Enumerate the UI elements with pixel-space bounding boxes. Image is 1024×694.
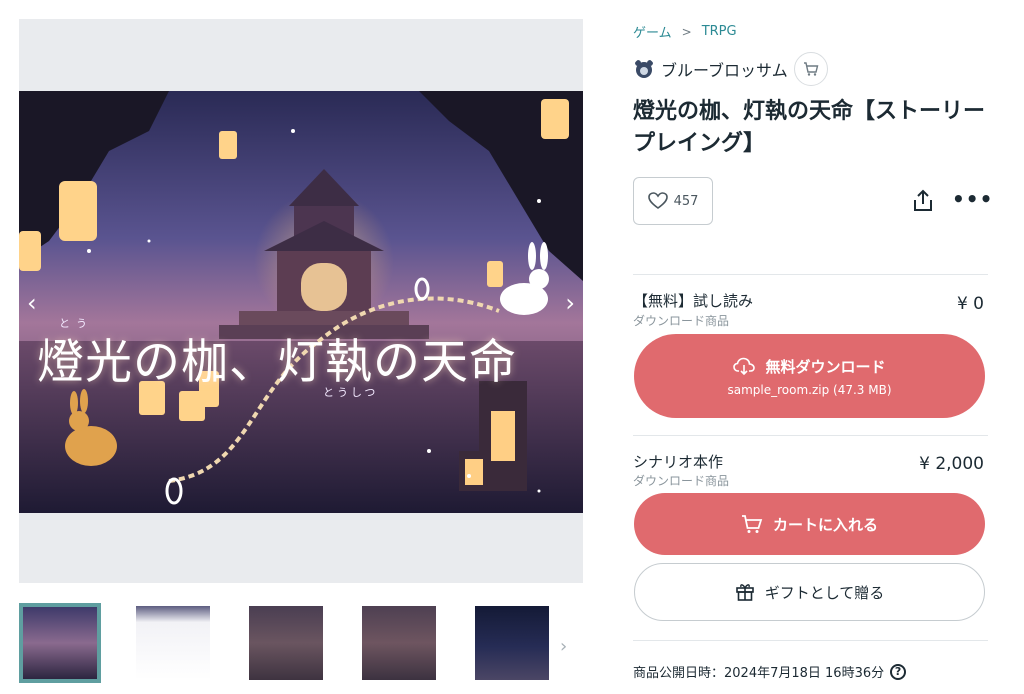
breadcrumb: ゲーム > TRPG xyxy=(633,22,737,41)
free-download-button[interactable]: 無料ダウンロード sample_room.zip (47.3 MB) xyxy=(634,334,985,418)
next-image-arrow-icon[interactable]: › xyxy=(565,289,575,317)
download-file-info: sample_room.zip (47.3 MB) xyxy=(727,382,892,397)
variant-price: ¥ 0 xyxy=(956,294,984,314)
thumbnail-1[interactable] xyxy=(19,603,101,683)
thumbnail-3[interactable] xyxy=(249,606,323,680)
artwork-ruby-text: とうしつ xyxy=(323,386,379,399)
shop-name[interactable]: ブルーブロッサム xyxy=(661,57,788,81)
thumbnail-strip: › xyxy=(19,603,589,683)
prev-image-arrow-icon[interactable]: ‹ xyxy=(27,289,37,317)
cart-icon xyxy=(741,515,763,533)
cloud-download-icon xyxy=(733,357,756,375)
gift-icon xyxy=(735,584,754,601)
product-title: 燈光の枷、灯執の天命【ストーリープレイング】 xyxy=(633,99,986,156)
gift-label: ギフトとして贈る xyxy=(764,583,885,602)
artwork-title: 燈光の枷、灯執の天命 xyxy=(37,335,517,390)
published-label: 商品公開日時：2024年7月18日 16時36分 xyxy=(633,666,885,681)
chevron-right-icon: > xyxy=(681,24,692,39)
shop-cart-button[interactable] xyxy=(793,52,828,86)
shop-row: ブルーブロッサム xyxy=(633,52,828,86)
share-button[interactable] xyxy=(910,188,936,214)
divider xyxy=(633,435,988,436)
main-product-image[interactable]: とう 燈光の枷、灯執の天命 とうしつ ‹ › xyxy=(19,91,583,513)
variant-type: ダウンロード商品 xyxy=(633,474,730,488)
published-date: 商品公開日時：2024年7月18日 16時36分 ? xyxy=(633,662,907,681)
variant-name: シナリオ本作 xyxy=(633,453,724,471)
divider xyxy=(633,640,988,641)
thumbnail-next-chevron-icon[interactable]: › xyxy=(560,636,567,657)
breadcrumb-item-trpg[interactable]: TRPG xyxy=(702,24,737,39)
share-icon xyxy=(914,189,932,211)
help-icon[interactable]: ? xyxy=(890,663,907,680)
heart-icon xyxy=(647,192,668,209)
thumbnail-2[interactable] xyxy=(136,606,210,680)
gift-button[interactable]: ギフトとして贈る xyxy=(634,563,985,621)
free-download-label: 無料ダウンロード xyxy=(765,357,886,376)
more-options-icon[interactable]: ••• xyxy=(952,186,992,212)
cart-icon xyxy=(803,62,819,76)
thumbnail-5[interactable] xyxy=(475,606,549,680)
bear-avatar-icon[interactable] xyxy=(633,58,655,80)
breadcrumb-item-game[interactable]: ゲーム xyxy=(633,22,672,41)
variant-price: ¥ 2,000 xyxy=(919,454,984,474)
product-artwork xyxy=(19,91,583,513)
main-image-frame: とう 燈光の枷、灯執の天命 とうしつ ‹ › xyxy=(19,19,583,583)
add-to-cart-button[interactable]: カートに入れる xyxy=(634,493,985,555)
like-button[interactable]: 457 xyxy=(633,177,713,225)
add-to-cart-label: カートに入れる xyxy=(772,515,878,534)
thumbnail-4[interactable] xyxy=(362,606,436,680)
variant-name: 【無料】試し読み xyxy=(633,292,754,310)
divider xyxy=(633,274,988,275)
variant-type: ダウンロード商品 xyxy=(633,314,730,328)
like-count: 457 xyxy=(673,193,699,209)
